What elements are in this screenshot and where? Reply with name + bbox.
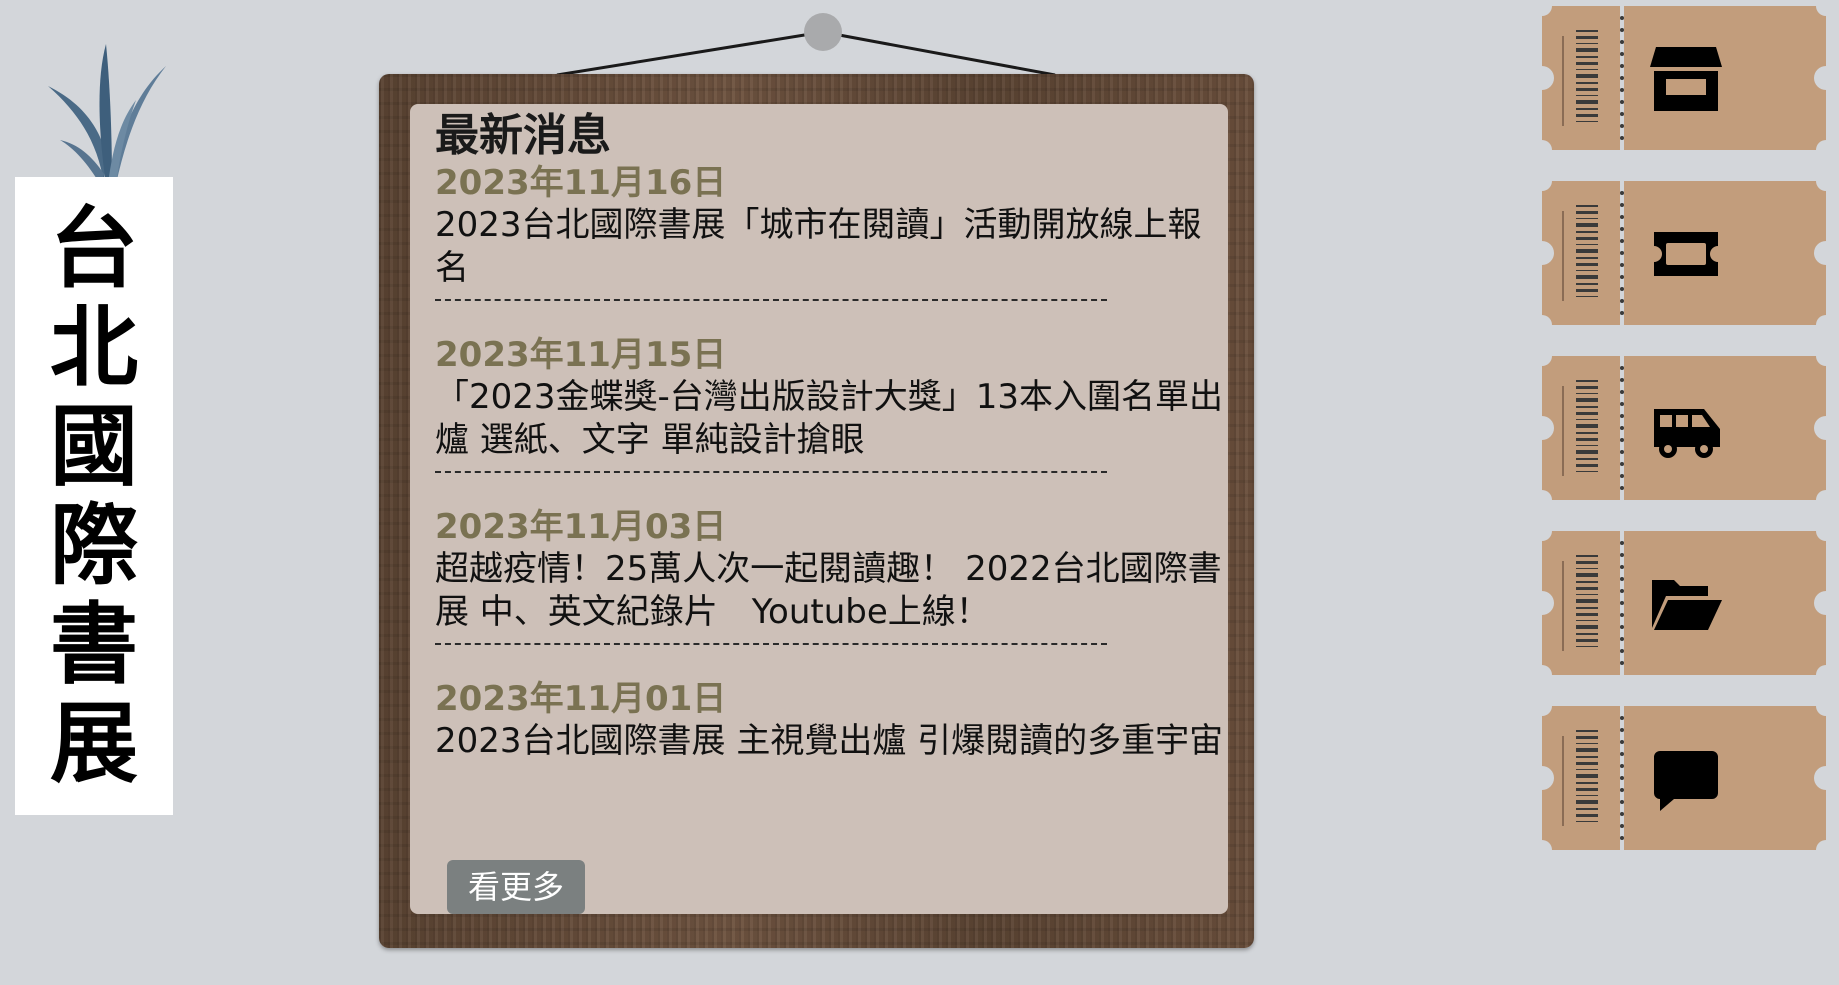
- news-divider: [435, 299, 1107, 301]
- see-more-button[interactable]: 看更多: [447, 860, 585, 914]
- news-date: 2023年11月03日: [435, 507, 727, 547]
- news-item: 2023年11月16日 2023台北國際書展「城市在閱讀」活動開放線上報名: [435, 162, 1225, 334]
- bus-icon: [1654, 409, 1720, 458]
- vertical-title-banner: 台 北 國 際 書 展: [15, 177, 173, 815]
- banner-char: 北: [49, 296, 138, 399]
- banner-char: 書: [49, 593, 138, 696]
- banner-char: 國: [49, 395, 138, 498]
- ticket-store[interactable]: [1538, 6, 1832, 150]
- news-link[interactable]: 2023台北國際書展「城市在閱讀」活動開放線上報名: [435, 204, 1225, 290]
- news-link[interactable]: 超越疫情！25萬人次一起閱讀趣！ 2022台北國際書展 中、英文紀錄片 Yout…: [435, 548, 1225, 634]
- news-paper: 最新消息 2023年11月16日 2023台北國際書展「城市在閱讀」活動開放線上…: [410, 104, 1228, 914]
- news-item: 2023年11月01日 2023台北國際書展 主視覺出爐 引爆閱讀的多重宇宙: [435, 678, 1225, 850]
- ticket-messages[interactable]: [1538, 706, 1832, 850]
- ticket-nav: [1538, 6, 1834, 881]
- ticket-transport[interactable]: [1538, 356, 1832, 500]
- news-list: 2023年11月16日 2023台北國際書展「城市在閱讀」活動開放線上報名 20…: [435, 162, 1225, 850]
- banner-char: 台: [49, 197, 138, 300]
- ticket-icon: [1654, 232, 1718, 276]
- news-link[interactable]: 「2023金蝶獎-台灣出版設計大獎」13本入圍名單出爐 選紙、文字 單純設計搶眼: [435, 376, 1225, 462]
- store-icon: [1650, 47, 1722, 111]
- news-board: 最新消息 2023年11月16日 2023台北國際書展「城市在閱讀」活動開放線上…: [379, 74, 1254, 948]
- news-date: 2023年11月16日: [435, 163, 727, 203]
- news-item: 2023年11月03日 超越疫情！25萬人次一起閱讀趣！ 2022台北國際書展 …: [435, 506, 1225, 678]
- banner-char: 際: [49, 494, 138, 597]
- news-title: 最新消息: [435, 110, 611, 161]
- board-hanger: [556, 13, 1056, 77]
- news-date: 2023年11月15日: [435, 335, 727, 375]
- plant-decoration: [48, 44, 166, 184]
- news-link[interactable]: 2023台北國際書展 主視覺出爐 引爆閱讀的多重宇宙: [435, 720, 1225, 806]
- folder-open-icon: [1652, 580, 1722, 630]
- news-divider: [435, 471, 1107, 473]
- ticket-files[interactable]: [1538, 531, 1832, 675]
- message-icon: [1654, 751, 1718, 811]
- ticket-tickets[interactable]: [1538, 181, 1832, 325]
- news-item: 2023年11月15日 「2023金蝶獎-台灣出版設計大獎」13本入圍名單出爐 …: [435, 334, 1225, 506]
- banner-char: 展: [49, 692, 138, 795]
- news-divider: [435, 643, 1107, 645]
- news-date: 2023年11月01日: [435, 679, 727, 719]
